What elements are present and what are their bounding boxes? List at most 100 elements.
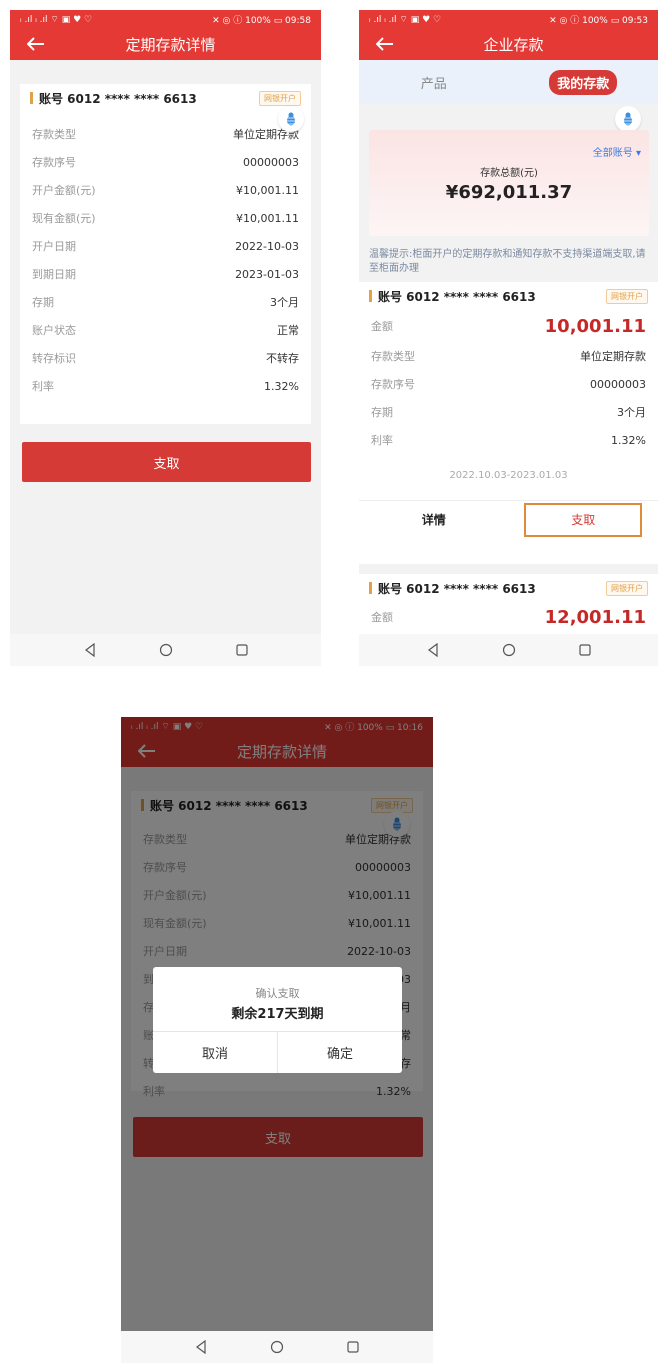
confirm-button[interactable]: 确定 — [277, 1032, 402, 1073]
home-circle-icon[interactable] — [159, 643, 173, 657]
back-triangle-icon[interactable] — [194, 1340, 208, 1354]
tab-product-label: 产品 — [420, 76, 447, 92]
detail-row: 现有金额(元) ¥10,001.11 — [20, 204, 311, 232]
nav-bar: 定期存款详情 — [10, 28, 321, 60]
row-value: 3个月 — [617, 406, 646, 419]
channel-tag: 网银开户 — [606, 288, 648, 304]
row-value: ¥10,001.11 — [236, 183, 299, 197]
accent-bar — [369, 582, 372, 594]
warm-tip: 温馨提示:柜面开户的定期存款和通知存款不支持渠道端支取,请至柜面办理 — [369, 249, 646, 274]
detail-row: 转存标识 不转存 — [20, 344, 311, 372]
home-circle-icon[interactable] — [270, 1340, 284, 1354]
channel-tag: 网银开户 — [606, 580, 648, 596]
account-header: 账号 6012 **** **** 6613 网银开户 — [359, 282, 658, 310]
dialog-buttons: 取消 确定 — [153, 1031, 402, 1073]
row-key: 存款类型 — [32, 128, 76, 141]
detail-row: 存期 3个月 — [20, 288, 311, 316]
row-key: 到期日期 — [32, 268, 76, 281]
row-value: 1.32% — [264, 379, 299, 393]
detail-button[interactable]: 详情 — [359, 501, 509, 538]
detail-row: 开户日期 2022-10-03 — [20, 232, 311, 260]
account-detail-card: 账号 6012 **** **** 6613 网银开户 存款类型单位定期存款存款… — [20, 84, 311, 424]
cancel-button[interactable]: 取消 — [153, 1032, 277, 1073]
status-right: ✕ ◎ ⓘ 100% ▭ 09:58 — [212, 15, 311, 26]
total-deposit-panel: 全部账号 ▾ 存款总额(元) ¥692,011.37 — [369, 130, 649, 236]
row-key: 现有金额(元) — [32, 212, 96, 225]
row-key: 利率 — [32, 380, 54, 393]
recent-square-icon[interactable] — [346, 1340, 360, 1354]
row-value: 1.32% — [611, 433, 646, 447]
row-value: 不转存 — [266, 352, 299, 365]
row-key: 存款类型 — [371, 350, 415, 363]
accent-bar — [369, 290, 372, 302]
withdraw-button[interactable]: 支取 — [22, 442, 311, 482]
detail-row: 账户状态 正常 — [20, 316, 311, 344]
row-key: 利率 — [371, 434, 393, 447]
detail-row: 利率 1.32% — [359, 426, 658, 454]
system-nav-bar — [121, 1331, 433, 1363]
amount-key: 金额 — [371, 611, 393, 624]
all-accounts-dropdown[interactable]: 全部账号 ▾ — [593, 144, 641, 159]
row-key: 存款序号 — [32, 156, 76, 169]
detail-row: 存期 3个月 — [359, 398, 658, 426]
row-value: 3个月 — [270, 296, 299, 309]
withdraw-link[interactable]: 支取 — [524, 502, 643, 537]
dialog-message: 剩余217天到期 — [231, 1007, 324, 1022]
deposit-card-2: 账号 6012 **** **** 6613 网银开户 金额 12,001.11 — [359, 574, 658, 634]
status-left: ᵢ .ıl ᵢ .ıl ⌔ ▣ ♥ ♡ — [20, 14, 93, 25]
account-number: 账号 6012 **** **** 6613 — [378, 581, 536, 596]
system-nav-bar — [10, 634, 321, 666]
detail-row: 利率 1.32% — [20, 372, 311, 400]
total-amount: ¥692,011.37 — [445, 182, 573, 203]
row-key: 开户金额(元) — [32, 184, 96, 197]
tab-bar: 产品 我的存款 — [359, 60, 658, 104]
back-arrow-icon[interactable] — [22, 30, 50, 58]
card-actions: 详情 支取 — [359, 500, 658, 538]
status-left: ᵢ .ıl ᵢ .ıl ⌔ ▣ ♥ ♡ — [369, 14, 442, 25]
row-key: 账户状态 — [32, 324, 76, 337]
row-value: 正常 — [277, 324, 299, 337]
row-key: 存期 — [371, 406, 393, 419]
detail-row: 存款序号 00000003 — [20, 148, 311, 176]
row-value: 2022-10-03 — [235, 239, 299, 253]
recent-square-icon[interactable] — [235, 643, 249, 657]
confirm-dialog: 确认支取 剩余217天到期 取消 确定 — [153, 967, 402, 1073]
back-triangle-icon[interactable] — [83, 643, 97, 657]
row-key: 开户日期 — [32, 240, 76, 253]
accent-bar — [30, 92, 33, 104]
status-bar: ᵢ .ıl ᵢ .ıl ⌔ ▣ ♥ ♡ ✕ ◎ ⓘ 100% ▭ 09:58 — [10, 10, 321, 28]
debug-bug-icon[interactable] — [615, 106, 641, 132]
row-key: 转存标识 — [32, 352, 76, 365]
home-circle-icon[interactable] — [502, 643, 516, 657]
detail-row: 开户金额(元) ¥10,001.11 — [20, 176, 311, 204]
page-title: 定期存款详情 — [125, 35, 216, 54]
row-key: 存款序号 — [371, 378, 415, 391]
row-value: 00000003 — [243, 155, 299, 169]
row-value: ¥10,001.11 — [236, 211, 299, 225]
detail-screen: ᵢ .ıl ᵢ .ıl ⌔ ▣ ♥ ♡ ✕ ◎ ⓘ 100% ▭ 09:58 定… — [10, 10, 321, 666]
account-number: 账号 6012 **** **** 6613 — [378, 289, 536, 304]
account-number: 账号 6012 **** **** 6613 — [39, 91, 197, 106]
detail-row: 存款类型单位定期存款 — [20, 120, 311, 148]
status-right: ✕ ◎ ⓘ 100% ▭ 09:53 — [549, 15, 648, 26]
amount-value: 12,001.11 — [544, 606, 646, 628]
recent-square-icon[interactable] — [578, 643, 592, 657]
row-value: 2023-01-03 — [235, 267, 299, 281]
total-label: 存款总额(元) — [480, 168, 538, 179]
account-header: 账号 6012 **** **** 6613 网银开户 — [359, 574, 658, 602]
dialog-title: 确认支取 — [255, 987, 300, 1000]
detail-row: 存款类型 单位定期存款 — [359, 342, 658, 370]
tab-my-deposits[interactable]: 我的存款 — [509, 60, 659, 104]
amount-row: 金额 12,001.11 — [359, 602, 658, 632]
tab-product[interactable]: 产品 — [359, 60, 509, 104]
confirm-screen: ᵢ .ıl ᵢ .ıl ⌔ ▣ ♥ ♡ ✕ ◎ ⓘ 100% ▭ 10:16 定… — [121, 717, 433, 1363]
back-triangle-icon[interactable] — [426, 643, 440, 657]
nav-bar: 企业存款 — [359, 28, 658, 60]
deposit-screen: ᵢ .ıl ᵢ .ıl ⌔ ▣ ♥ ♡ ✕ ◎ ⓘ 100% ▭ 09:53 企… — [359, 10, 658, 666]
debug-bug-icon[interactable] — [278, 106, 304, 132]
row-key: 存期 — [32, 296, 54, 309]
row-value: 单位定期存款 — [580, 350, 646, 363]
amount-key: 金额 — [371, 320, 393, 333]
back-arrow-icon[interactable] — [371, 30, 399, 58]
tab-my-deposits-label: 我的存款 — [549, 69, 618, 95]
